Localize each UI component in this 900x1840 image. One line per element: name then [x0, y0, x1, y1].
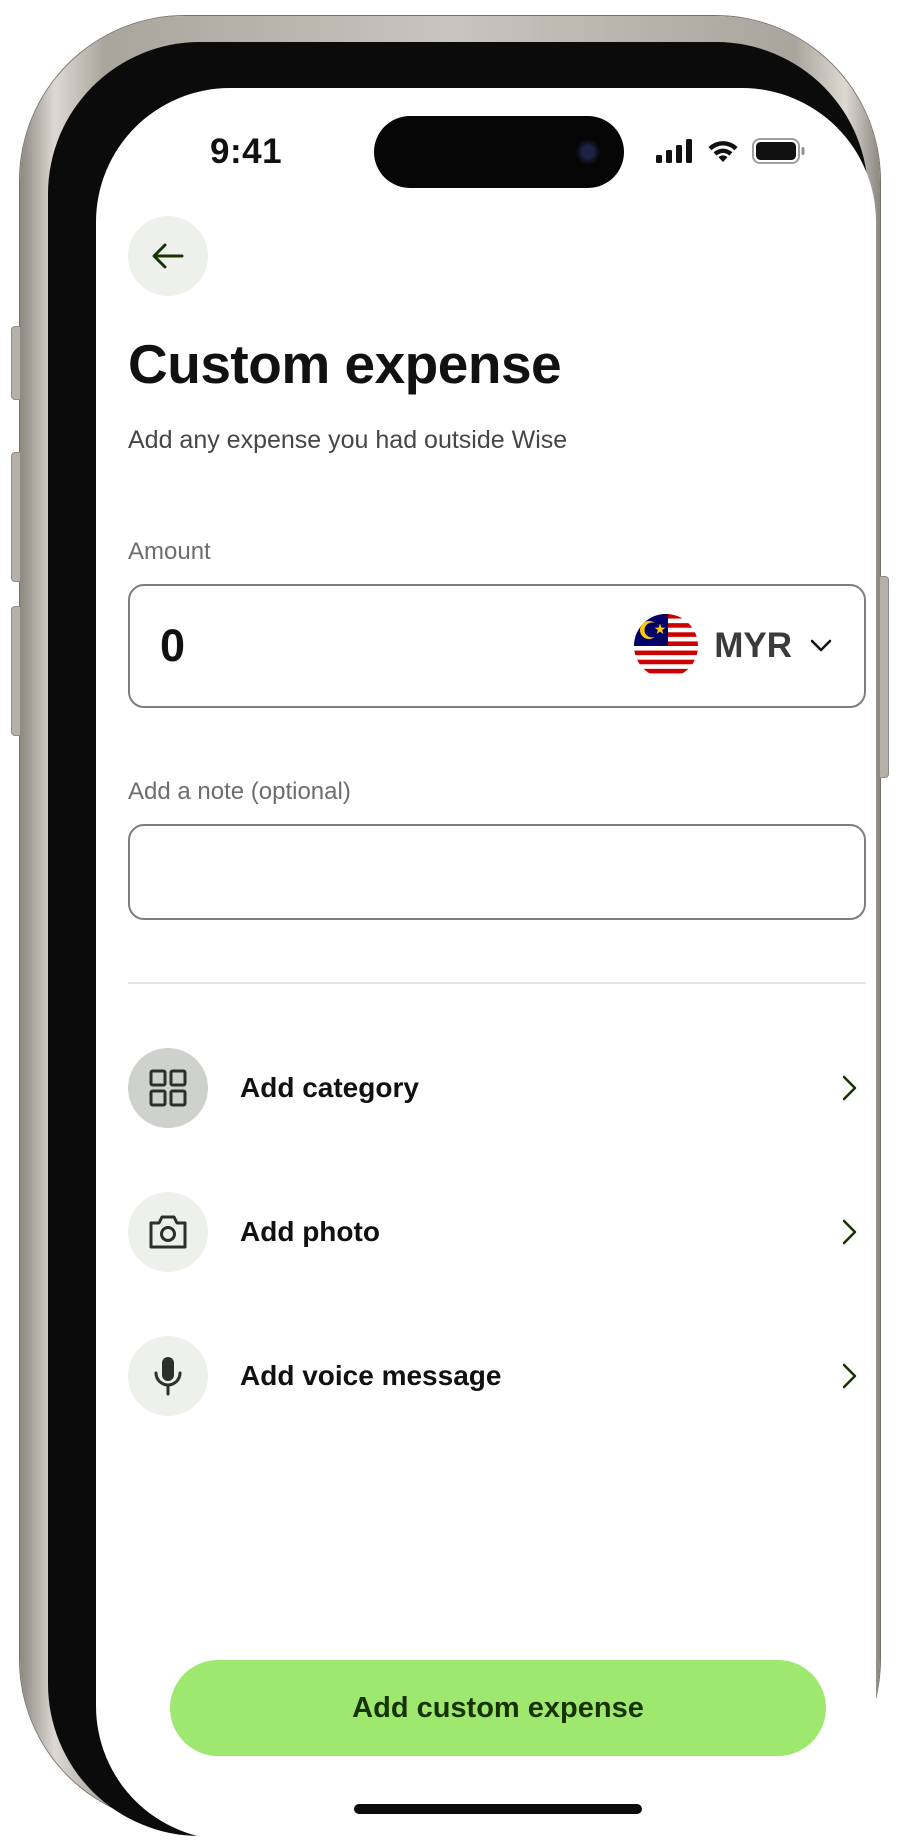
currency-code: MYR [714, 626, 792, 665]
home-indicator [354, 1804, 642, 1814]
back-button[interactable] [128, 216, 208, 296]
status-time: 9:41 [210, 132, 283, 171]
add-category-label: Add category [240, 1072, 419, 1103]
add-category-row[interactable]: Add category [128, 1048, 866, 1128]
grid-icon [149, 1069, 187, 1107]
voice-icon-circle [128, 1336, 208, 1416]
amount-field[interactable]: MYR [128, 584, 866, 708]
photo-icon-circle [128, 1192, 208, 1272]
add-photo-label: Add photo [240, 1216, 380, 1247]
amount-label: Amount [128, 538, 211, 565]
chevron-right-icon [834, 1217, 864, 1247]
chevron-right-icon [834, 1361, 864, 1391]
volume-down-button [11, 606, 21, 736]
battery-icon [752, 138, 805, 164]
screen: 9:41 Custom expense Add any expense you … [96, 88, 876, 1840]
volume-up-button [11, 452, 21, 582]
wifi-icon [708, 141, 738, 162]
add-voice-message-row[interactable]: Add voice message [128, 1336, 866, 1416]
cellular-signal-icon [656, 139, 692, 163]
camera-icon [149, 1215, 187, 1249]
front-camera-icon [576, 140, 600, 164]
phone-frame: 9:41 Custom expense Add any expense you … [11, 16, 889, 1840]
power-button [879, 576, 889, 778]
note-field[interactable] [128, 824, 866, 920]
amount-input[interactable] [160, 620, 460, 672]
category-icon-circle [128, 1048, 208, 1128]
malaysia-flag-icon [634, 614, 699, 678]
status-icons [656, 138, 806, 164]
chevron-down-icon [810, 639, 832, 652]
add-photo-row[interactable]: Add photo [128, 1192, 866, 1272]
action-button [11, 326, 21, 400]
phone-bezel: 9:41 Custom expense Add any expense you … [48, 42, 876, 1840]
add-voice-message-label: Add voice message [240, 1360, 502, 1391]
add-custom-expense-button[interactable]: Add custom expense [170, 1660, 826, 1756]
currency-selector[interactable]: MYR [634, 614, 834, 678]
arrow-left-icon [152, 243, 184, 269]
page-title: Custom expense [128, 333, 562, 395]
note-input[interactable] [130, 826, 864, 918]
chevron-right-icon [834, 1073, 864, 1103]
page-subtitle: Add any expense you had outside Wise [128, 426, 568, 454]
microphone-icon [154, 1357, 182, 1396]
note-label: Add a note (optional) [128, 778, 351, 805]
section-divider [128, 982, 866, 984]
dynamic-island [374, 116, 624, 188]
